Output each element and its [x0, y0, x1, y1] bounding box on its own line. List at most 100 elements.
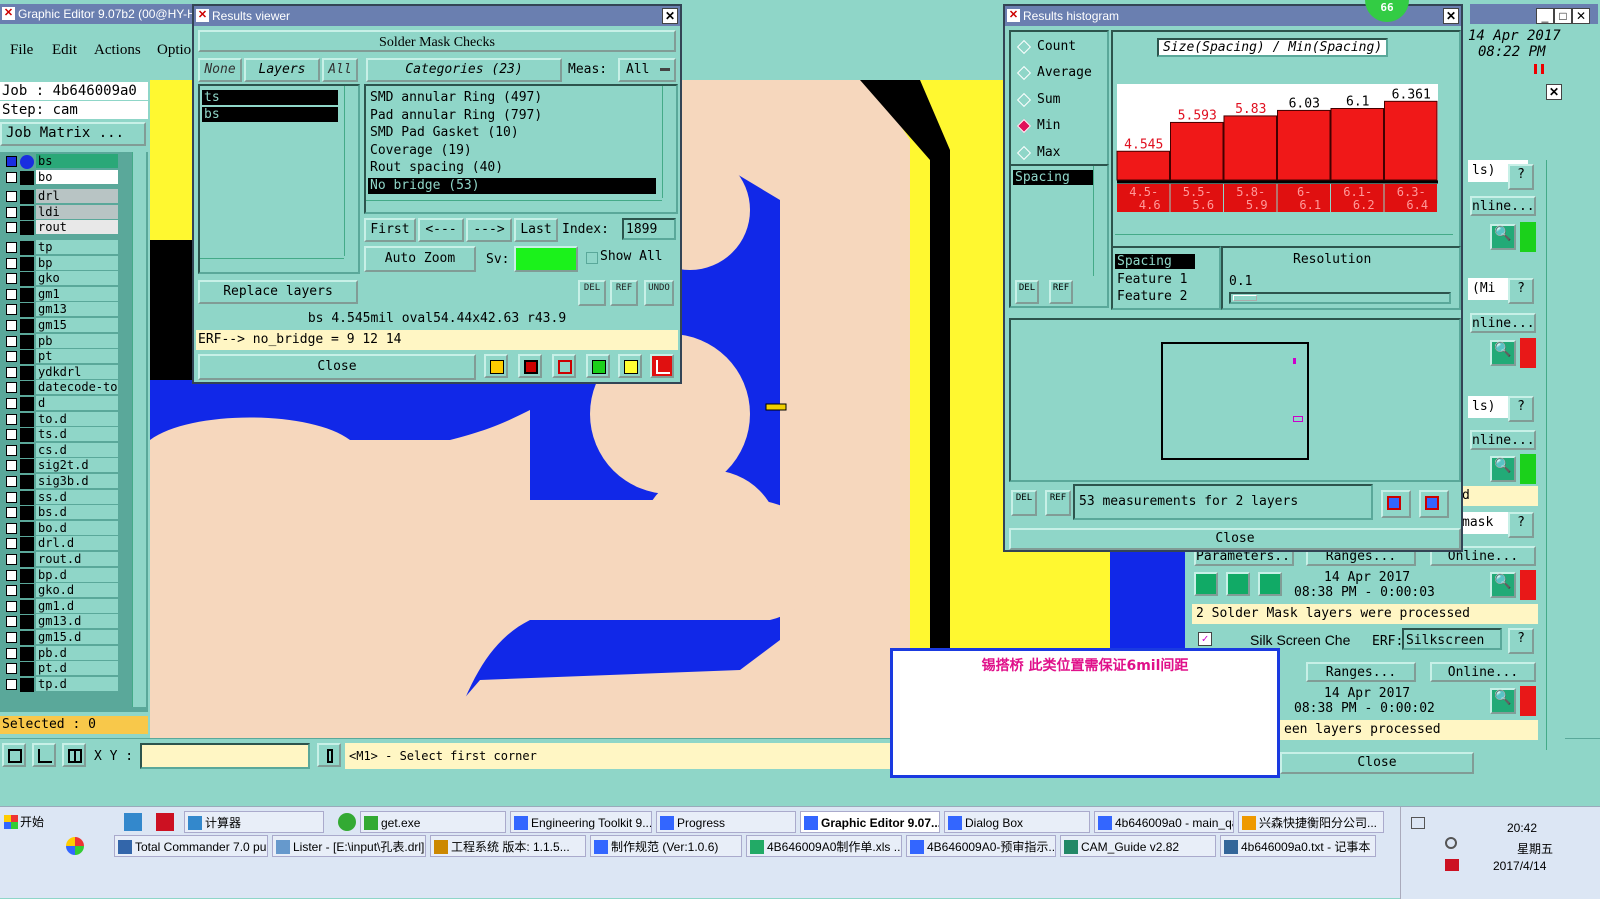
quick-launch-icon[interactable]: [338, 813, 356, 831]
last-button[interactable]: Last: [514, 218, 558, 242]
tray-volume-icon[interactable]: [1445, 837, 1457, 849]
layer-name[interactable]: gm15: [36, 318, 118, 333]
layer-checkbox[interactable]: [6, 351, 17, 363]
chart-small-icon[interactable]: [586, 354, 610, 378]
layer-checkbox[interactable]: [6, 616, 17, 628]
measure-list[interactable]: Spacing DEL REF: [1009, 164, 1109, 308]
layer-row[interactable]: gm15.d: [0, 630, 118, 645]
layer-name[interactable]: cs.d: [36, 442, 118, 458]
layers-button[interactable]: Layers: [244, 58, 320, 82]
resolution-slider[interactable]: [1229, 292, 1451, 304]
layer-list-vscroll[interactable]: [344, 86, 358, 256]
layer-row[interactable]: pb.d: [0, 645, 118, 661]
layer-name[interactable]: sig2t.d: [36, 458, 118, 474]
layer-row[interactable]: bp: [0, 255, 118, 271]
histogram-close-button[interactable]: Close: [1009, 528, 1461, 550]
results-close-icon[interactable]: ✕: [662, 8, 678, 24]
grid-tool-icon[interactable]: [62, 743, 86, 767]
layer-name[interactable]: gm1.d: [36, 598, 118, 614]
zoom-icon-5[interactable]: 🔍: [1490, 688, 1516, 714]
category-item[interactable]: Coverage (19): [368, 143, 656, 159]
layer-checkbox[interactable]: [6, 538, 17, 550]
layer-row[interactable]: d: [0, 396, 118, 411]
layer-name[interactable]: tp: [36, 240, 118, 255]
feature-item[interactable]: Feature 2: [1115, 289, 1205, 304]
layer-row[interactable]: gko: [0, 271, 118, 287]
taskbar-item[interactable]: CAM_Guide v2.82: [1060, 835, 1216, 857]
layer-row[interactable]: cs.d: [0, 442, 118, 458]
stat-option-count[interactable]: Count: [1016, 38, 1107, 56]
tray-app-icon[interactable]: [1445, 859, 1459, 871]
undo-button[interactable]: UNDO: [644, 280, 674, 306]
slider-thumb[interactable]: [1233, 295, 1257, 301]
run-icons-1[interactable]: [1194, 572, 1284, 598]
layer-checkbox[interactable]: [6, 156, 17, 167]
layer-name[interactable]: gm13: [36, 302, 118, 318]
layer-checkbox[interactable]: [6, 366, 17, 378]
taskbar-item[interactable]: get.exe: [360, 811, 506, 833]
layer-checkbox[interactable]: [6, 460, 17, 472]
layer-row[interactable]: rout: [0, 220, 118, 236]
layer-checkbox[interactable]: [6, 600, 17, 612]
quick-launch-icon[interactable]: [66, 837, 84, 855]
layer-checkbox[interactable]: [6, 647, 17, 659]
layer-name[interactable]: gm13.d: [36, 614, 118, 630]
layer-list-scrollbar[interactable]: [132, 152, 146, 707]
layer-row[interactable]: pt.d: [0, 661, 118, 677]
stat-option-max[interactable]: Max: [1016, 144, 1107, 162]
category-item[interactable]: SMD annular Ring (497): [368, 90, 656, 106]
index-input[interactable]: 1899: [622, 218, 676, 240]
results-close-button[interactable]: Close: [198, 354, 476, 380]
layer-checkbox[interactable]: [6, 632, 17, 643]
highlight-icon[interactable]: [484, 354, 508, 378]
taskbar-item[interactable]: 4b646009a0 - main_qa: [1094, 811, 1234, 833]
auto-zoom-dropdown[interactable]: Auto Zoom: [364, 246, 476, 272]
layer-row[interactable]: to.d: [0, 411, 118, 427]
run-icon[interactable]: [1194, 572, 1218, 596]
info-icon[interactable]: [317, 743, 341, 767]
job-matrix-button[interactable]: Job Matrix ...: [0, 122, 146, 146]
layer-name[interactable]: pb: [36, 333, 118, 349]
layer-name[interactable]: gko.d: [36, 583, 118, 599]
layer-checkbox[interactable]: [6, 522, 17, 534]
zoom-icon-3[interactable]: 🔍: [1490, 456, 1516, 482]
layer-row[interactable]: gm13.d: [0, 614, 118, 630]
import-icon[interactable]: [1419, 490, 1449, 518]
taskbar-item[interactable]: Total Commander 7.0 pu...: [114, 835, 268, 857]
histogram-bar[interactable]: [1330, 108, 1384, 181]
menu-actions[interactable]: Actions: [94, 38, 141, 62]
taskbar-item[interactable]: Engineering Toolkit 9....: [510, 811, 652, 833]
layer-row[interactable]: drl.d: [0, 536, 118, 552]
layer-checkbox[interactable]: [6, 398, 17, 409]
meas-dropdown[interactable]: All: [618, 58, 676, 82]
ranges-button-2[interactable]: Ranges...: [1306, 662, 1416, 682]
histogram-bar[interactable]: [1223, 115, 1277, 181]
xy-input[interactable]: [140, 743, 310, 769]
layer-name[interactable]: bp.d: [36, 567, 118, 583]
layer-row[interactable]: datecode-to: [0, 380, 118, 396]
histogram-bar[interactable]: [1384, 100, 1438, 181]
layer-results-list[interactable]: ts bs: [198, 84, 360, 274]
ref-button[interactable]: REF: [610, 280, 638, 306]
menu-options[interactable]: Optio: [157, 38, 191, 62]
prev-button[interactable]: <---: [418, 218, 464, 242]
layer-row[interactable]: bs: [0, 154, 118, 169]
histogram-bar[interactable]: [1170, 121, 1224, 181]
layer-checkbox[interactable]: [6, 304, 17, 316]
layer-name[interactable]: rout: [36, 220, 118, 236]
zoom-icon-2[interactable]: 🔍: [1490, 340, 1516, 366]
layer-checkbox[interactable]: [6, 444, 17, 456]
category-item[interactable]: No bridge (53): [368, 178, 656, 194]
category-list-hscroll[interactable]: [366, 200, 662, 212]
layer-name[interactable]: datecode-to: [36, 380, 118, 396]
layer-checkbox[interactable]: [6, 222, 17, 234]
layer-row[interactable]: drl: [0, 189, 118, 205]
layer-checkbox[interactable]: [6, 242, 17, 253]
category-item[interactable]: SMD Pad Gasket (10): [368, 125, 656, 141]
erf-value[interactable]: Silkscreen: [1402, 628, 1502, 650]
tray-network-icon[interactable]: [1411, 817, 1425, 829]
online-button-1[interactable]: nline...: [1470, 196, 1536, 216]
hist-del-button[interactable]: DEL: [1015, 280, 1039, 304]
stat-option-min[interactable]: Min: [1016, 117, 1107, 135]
menu-edit[interactable]: Edit: [52, 38, 77, 62]
